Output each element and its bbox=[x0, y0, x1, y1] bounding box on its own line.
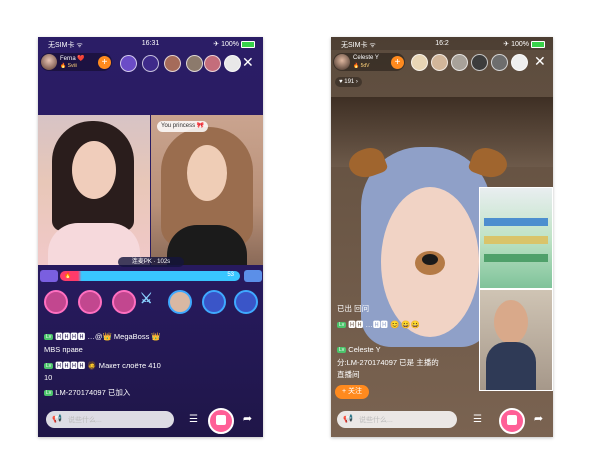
pk-video-left bbox=[38, 115, 150, 265]
host-stats: 🔥 5dV bbox=[353, 63, 370, 69]
host-avatar[interactable] bbox=[334, 54, 350, 70]
comment-input[interactable]: 📢 说些什么... bbox=[337, 411, 457, 428]
level-badge: Lv bbox=[44, 363, 54, 370]
right-phone-screenshot: 无SIM卡 ᯤ 16:2 ✈ 100% Celeste Y 🔥 5dV + ✕ … bbox=[331, 37, 553, 437]
menu-icon[interactable]: ☰ bbox=[185, 411, 202, 428]
megaphone-icon: 📢 bbox=[52, 414, 62, 423]
battery-indicator: ✈ 100% bbox=[213, 40, 255, 48]
host-avatar[interactable] bbox=[41, 54, 57, 70]
viewer-avatar[interactable] bbox=[142, 55, 159, 72]
chat-message: 已出 回问 bbox=[337, 303, 369, 314]
chat-text: 🅷🅷🅷🅷 🧔 Макет слоёте 410 bbox=[55, 361, 161, 370]
contributor-avatar[interactable] bbox=[112, 290, 136, 314]
viewer-avatar[interactable] bbox=[186, 55, 203, 72]
level-badge: Lv bbox=[44, 390, 54, 397]
chat-text: 分:LM-270174097 已是 主播的 bbox=[337, 358, 439, 367]
level-badge: Lv bbox=[337, 347, 347, 354]
cohost-video-bottom[interactable] bbox=[479, 289, 553, 391]
contributor-avatar[interactable] bbox=[168, 290, 192, 314]
viewer-avatar[interactable] bbox=[120, 55, 137, 72]
pk-progress-bar: 🔥 53 bbox=[60, 271, 240, 281]
contributor-avatar[interactable] bbox=[234, 290, 258, 314]
viewer-avatar[interactable] bbox=[451, 54, 468, 71]
contributor-avatar[interactable] bbox=[44, 290, 68, 314]
chat-text: 已出 回问 bbox=[337, 304, 370, 313]
contributor-avatar[interactable] bbox=[78, 290, 102, 314]
level-badge: Lv bbox=[44, 334, 54, 341]
chat-message: MBS праве bbox=[44, 345, 83, 354]
comment-placeholder: 说些什么... bbox=[359, 417, 393, 424]
level-badge: Lv bbox=[337, 322, 347, 329]
chat-text: 🅷🅷 …🅷🅷 😊 😀😀 bbox=[348, 320, 421, 329]
pk-score-right: 53 bbox=[227, 272, 234, 278]
chat-text: 直播间 bbox=[337, 370, 360, 379]
close-icon[interactable]: ✕ bbox=[534, 53, 546, 70]
battery-text: ✈ 100% bbox=[213, 41, 239, 48]
battery-indicator: ✈ 100% bbox=[503, 40, 545, 48]
viewer-avatar[interactable] bbox=[164, 55, 181, 72]
host-name: Celeste Y bbox=[353, 55, 379, 61]
chat-text: 🅷🅷🅷🅷 …@👑 MegaBoss 👑 bbox=[55, 332, 161, 341]
chat-text: LM-270174097 已加入 bbox=[55, 388, 131, 397]
cohost-video-top[interactable] bbox=[479, 187, 553, 289]
viewer-avatar[interactable] bbox=[471, 54, 488, 71]
chat-message: Lv 🅷🅷 …🅷🅷 😊 😀😀 bbox=[337, 319, 420, 330]
viewer-avatar[interactable] bbox=[204, 55, 221, 72]
chat-message: Lv Celeste Y bbox=[337, 345, 381, 354]
gift-icon bbox=[216, 415, 226, 425]
gift-icon bbox=[507, 415, 517, 425]
menu-icon[interactable]: ☰ bbox=[469, 411, 486, 428]
guest-caption: You princess 🎀 bbox=[157, 121, 209, 132]
follow-tag-button[interactable]: + 关注 bbox=[335, 385, 370, 399]
contributor-avatar[interactable] bbox=[202, 290, 226, 314]
battery-icon bbox=[531, 40, 545, 48]
left-phone-screenshot: 无SIM卡 ᯤ 16:31 ✈ 100% Ferna ❤️ 🔥 Sviii + … bbox=[38, 37, 263, 437]
share-icon[interactable]: ➦ bbox=[530, 411, 547, 428]
gift-button[interactable] bbox=[499, 408, 525, 434]
close-icon[interactable]: ✕ bbox=[242, 54, 254, 71]
chat-message: 10 bbox=[44, 373, 52, 382]
viewer-avatar[interactable] bbox=[511, 54, 528, 71]
pk-badge-left-icon bbox=[40, 270, 58, 282]
pk-badge-right-icon bbox=[244, 270, 262, 282]
battery-text: ✈ 100% bbox=[503, 41, 529, 48]
pk-video-right: You princess 🎀 bbox=[151, 115, 263, 265]
chat-text: 10 bbox=[44, 373, 53, 382]
status-bar: 无SIM卡 ᯤ 16:31 ✈ 100% bbox=[38, 37, 263, 50]
gift-button[interactable] bbox=[208, 408, 234, 434]
dog-snout bbox=[415, 251, 445, 275]
chat-text: Celeste Y bbox=[348, 345, 381, 354]
pk-score-left: 🔥 bbox=[64, 273, 72, 279]
comment-placeholder: 说些什么... bbox=[68, 417, 102, 424]
chat-message: Lv LM-270174097 已加入 bbox=[44, 387, 130, 398]
chat-message: Lv 🅷🅷🅷🅷 …@👑 MegaBoss 👑 bbox=[44, 331, 161, 342]
pk-timer: 连麦PK · 102s bbox=[118, 257, 184, 267]
comment-input[interactable]: 📢 说些什么... bbox=[46, 411, 174, 428]
viewer-avatar[interactable] bbox=[224, 55, 241, 72]
follow-button[interactable]: + bbox=[98, 56, 111, 69]
vs-icon: ⚔ bbox=[140, 290, 153, 306]
follow-button[interactable]: + bbox=[391, 56, 404, 69]
battery-icon bbox=[241, 40, 255, 48]
viewer-avatar[interactable] bbox=[411, 54, 428, 71]
likes-counter[interactable]: ♥ 191 › bbox=[335, 77, 362, 87]
host-stats: 🔥 Sviii bbox=[60, 63, 77, 69]
status-bar: 无SIM卡 ᯤ 16:2 ✈ 100% bbox=[331, 37, 553, 50]
host-name: Ferna ❤️ bbox=[60, 56, 85, 62]
pk-contributors: ⚔ bbox=[40, 285, 261, 315]
share-icon[interactable]: ➦ bbox=[239, 411, 256, 428]
viewer-avatar[interactable] bbox=[431, 54, 448, 71]
chat-message: Lv 🅷🅷🅷🅷 🧔 Макет слоёте 410 bbox=[44, 360, 161, 371]
viewer-avatar[interactable] bbox=[491, 54, 508, 71]
chat-message: 直播间 bbox=[337, 369, 360, 380]
chat-message: 分:LM-270174097 已是 主播的 bbox=[337, 357, 439, 368]
megaphone-icon: 📢 bbox=[343, 414, 353, 423]
chat-text: MBS праве bbox=[44, 345, 83, 354]
